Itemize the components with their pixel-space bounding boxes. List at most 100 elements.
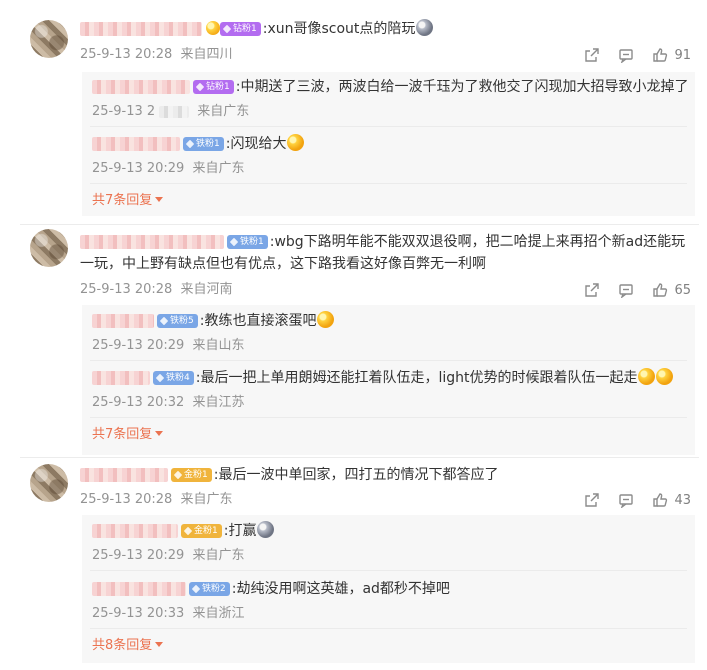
comment-meta: 25-9-13 20:28 来自四川 [80,46,237,64]
expand-replies-link[interactable]: 共7条回复 [92,426,164,444]
share-icon [585,48,600,62]
reply-text: :中期送了三波，两波白给一波千珏为了救他交了闪现加大招导致小龙掉了 [235,79,689,95]
crown-icon [206,21,220,35]
share-button[interactable] [584,282,600,298]
comment-text: :xun哥像scout点的陪玩 [262,21,416,37]
like-count: 43 [674,492,691,508]
comment-date: 25-9-13 20:28 [80,282,173,297]
comment-text: :最后一波中单回家，四打五的情况下都答应了 [213,467,499,483]
share-button[interactable] [584,47,600,63]
blurred-time [159,105,190,118]
reply-button[interactable] [618,47,634,63]
reply-location: 来自广东 [192,548,245,563]
emoji-icon [317,311,335,328]
divider [90,417,687,418]
reply-meta: 25-9-13 2 来自广东 [92,103,253,121]
reply-username[interactable] [92,80,190,94]
reply-text: :闪现给大 [225,136,287,152]
comment-line: 金粉1:最后一波中单回家，四打五的情况下都答应了 [80,464,498,486]
divider [20,457,699,458]
like-icon [653,493,668,507]
share-button[interactable] [584,492,600,508]
reply-location: 来自江苏 [192,395,245,410]
reply-username[interactable] [92,582,186,596]
reply-location: 来自广东 [197,104,250,119]
avatar[interactable] [30,20,68,58]
reply-line: 铁粉4:最后一把上单用朗姆还能扛着队伍走，light优势的时候跟着队伍一起走 [92,367,674,389]
reply-text: :教练也直接滚蛋吧 [199,313,317,329]
fan-badge: 铁粉1 [183,137,224,151]
reply-username[interactable] [92,524,178,538]
fan-badge: 铁粉2 [189,582,230,596]
username[interactable] [80,468,168,482]
comment-icon [619,494,634,508]
comment-date: 25-9-13 20:28 [80,47,173,62]
reply-date: 25-9-13 20:29 [92,338,185,353]
emoji-icon [656,368,674,385]
comment-location: 来自河南 [180,282,233,297]
comment-meta: 25-9-13 20:28 来自河南 [80,281,237,299]
like-icon [653,48,668,62]
like-button[interactable]: 65 [652,282,691,298]
comment-line: 铁粉1:wbg下路明年能不能双双退役啊，把二哈提上来再招个新ad还能玩一玩，中上… [80,231,690,275]
reply-button[interactable] [618,492,634,508]
like-button[interactable]: 43 [652,492,691,508]
comment-location: 来自广东 [180,492,233,507]
fan-badge: 钻粉1 [220,22,261,36]
reply-button[interactable] [618,282,634,298]
like-count: 65 [674,282,691,298]
divider [90,628,687,629]
reply-line: 铁粉1:闪现给大 [92,133,305,155]
fan-badge: 铁粉5 [157,314,198,328]
reply-date: 25-9-13 20:29 [92,548,185,563]
avatar[interactable] [30,464,68,502]
expand-replies-link[interactable]: 共7条回复 [92,192,164,210]
expand-replies-link[interactable]: 共8条回复 [92,637,164,655]
emoji-icon [416,19,434,36]
reply-meta: 25-9-13 20:29 来自山东 [92,337,249,355]
reply-date: 25-9-13 20:32 [92,395,185,410]
reply-location: 来自广东 [192,161,245,176]
username[interactable] [80,235,224,249]
comment-icon [619,49,634,63]
comment-line: 钻粉1:xun哥像scout点的陪玩 [80,18,434,40]
comment-actions: 65 [566,280,691,300]
reply-line: 铁粉5:教练也直接滚蛋吧 [92,310,335,332]
comment-meta: 25-9-13 20:28 来自广东 [80,491,237,509]
fan-badge: 铁粉4 [153,371,194,385]
fan-badge: 铁粉1 [227,235,268,249]
reply-meta: 25-9-13 20:33 来自浙江 [92,605,249,623]
reply-line: 钻粉1:中期送了三波，两波白给一波千珏为了救他交了闪现加大招导致小龙掉了 [92,76,688,98]
divider [90,183,687,184]
chevron-down-icon [155,431,164,436]
like-button[interactable]: 91 [652,47,691,63]
reply-date: 25-9-13 2 [92,104,156,119]
comment-actions: 43 [566,490,691,510]
fan-badge: 钻粉1 [193,80,234,94]
fan-badge: 金粉1 [181,524,222,538]
reply-line: 铁粉2:劫纯没用啊这英雄，ad都秒不掉吧 [92,578,450,600]
reply-line: 金粉1:打赢 [92,520,275,542]
reply-location: 来自山东 [192,338,245,353]
reply-text: :最后一把上单用朗姆还能扛着队伍走，light优势的时候跟着队伍一起走 [195,370,638,386]
like-icon [653,283,668,297]
reply-username[interactable] [92,314,154,328]
divider [90,126,687,127]
reply-location: 来自浙江 [192,606,245,621]
fan-badge: 金粉1 [171,468,212,482]
reply-username[interactable] [92,371,150,385]
emoji-icon [638,368,656,385]
comment-location: 来自四川 [180,47,233,62]
like-count: 91 [674,47,691,63]
divider [90,360,687,361]
avatar[interactable] [30,229,68,267]
reply-meta: 25-9-13 20:29 来自广东 [92,160,249,178]
reply-date: 25-9-13 20:29 [92,161,185,176]
comment-icon [619,284,634,298]
comment-date: 25-9-13 20:28 [80,492,173,507]
reply-username[interactable] [92,137,180,151]
emoji-icon [257,521,275,538]
divider [20,224,699,225]
username[interactable] [80,22,202,36]
comment-actions: 91 [566,45,691,65]
